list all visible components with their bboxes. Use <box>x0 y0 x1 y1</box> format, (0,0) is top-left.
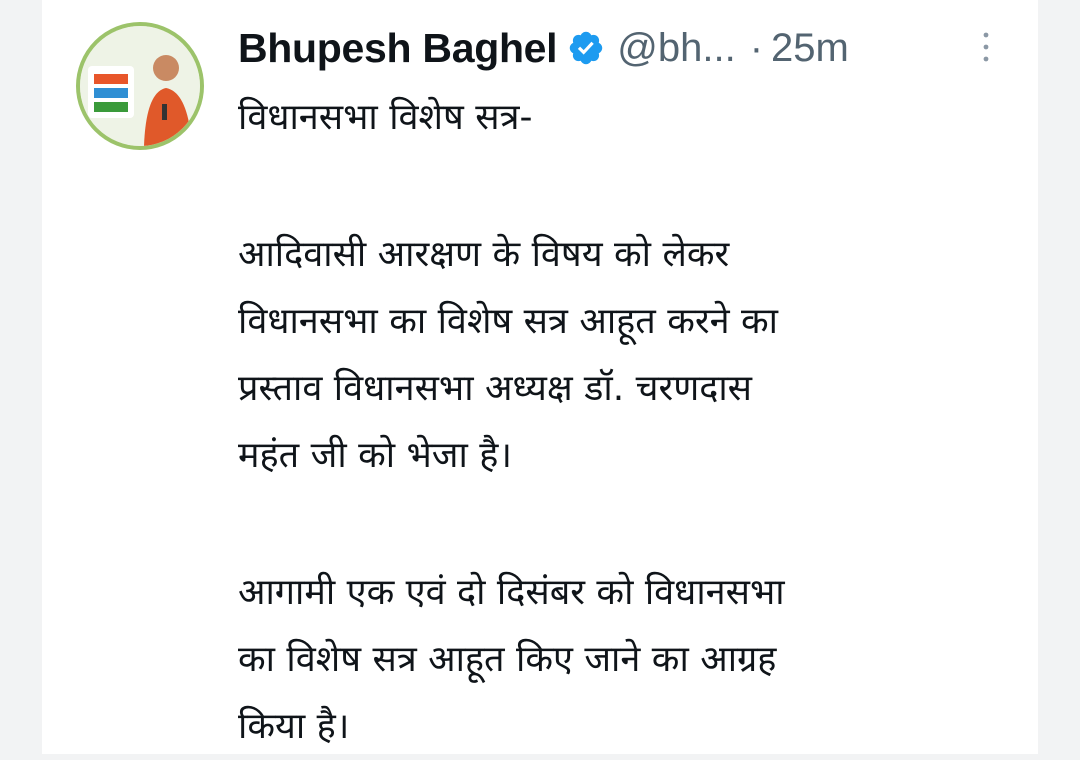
more-options-icon[interactable] <box>980 30 992 64</box>
tweet-line: आदिवासी आरक्षण के विषय को लेकर <box>238 234 730 275</box>
verified-badge-icon <box>570 31 603 65</box>
tweet-line: का विशेष सत्र आहूत किए जाने का आग्रह <box>238 639 777 680</box>
tweet-line: विधानसभा का विशेष सत्र आहूत करने का <box>238 301 778 342</box>
separator-dot: · <box>749 25 764 70</box>
tweet-line: किया है। <box>238 706 350 747</box>
author-handle[interactable]: @bh... <box>617 26 735 71</box>
avatar[interactable] <box>76 22 204 150</box>
tweet-header: Bhupesh Baghel @bh... · 25m <box>238 18 849 78</box>
tweet-timestamp[interactable]: 25m <box>771 26 849 71</box>
tweet-line: महंत जी को भेजा है। <box>238 435 513 476</box>
tweet-line: प्रस्ताव विधानसभा अध्यक्ष डॉ. चरणदास <box>238 368 753 409</box>
tweet-text: विधानसभा विशेष सत्र- आदिवासी आरक्षण के व… <box>238 84 1018 760</box>
tweet-line: आगामी एक एवं दो दिसंबर को विधानसभा <box>238 572 785 613</box>
tweet-line: विधानसभा विशेष सत्र- <box>238 97 533 138</box>
avatar-image <box>80 26 200 146</box>
author-name[interactable]: Bhupesh Baghel <box>238 25 558 72</box>
